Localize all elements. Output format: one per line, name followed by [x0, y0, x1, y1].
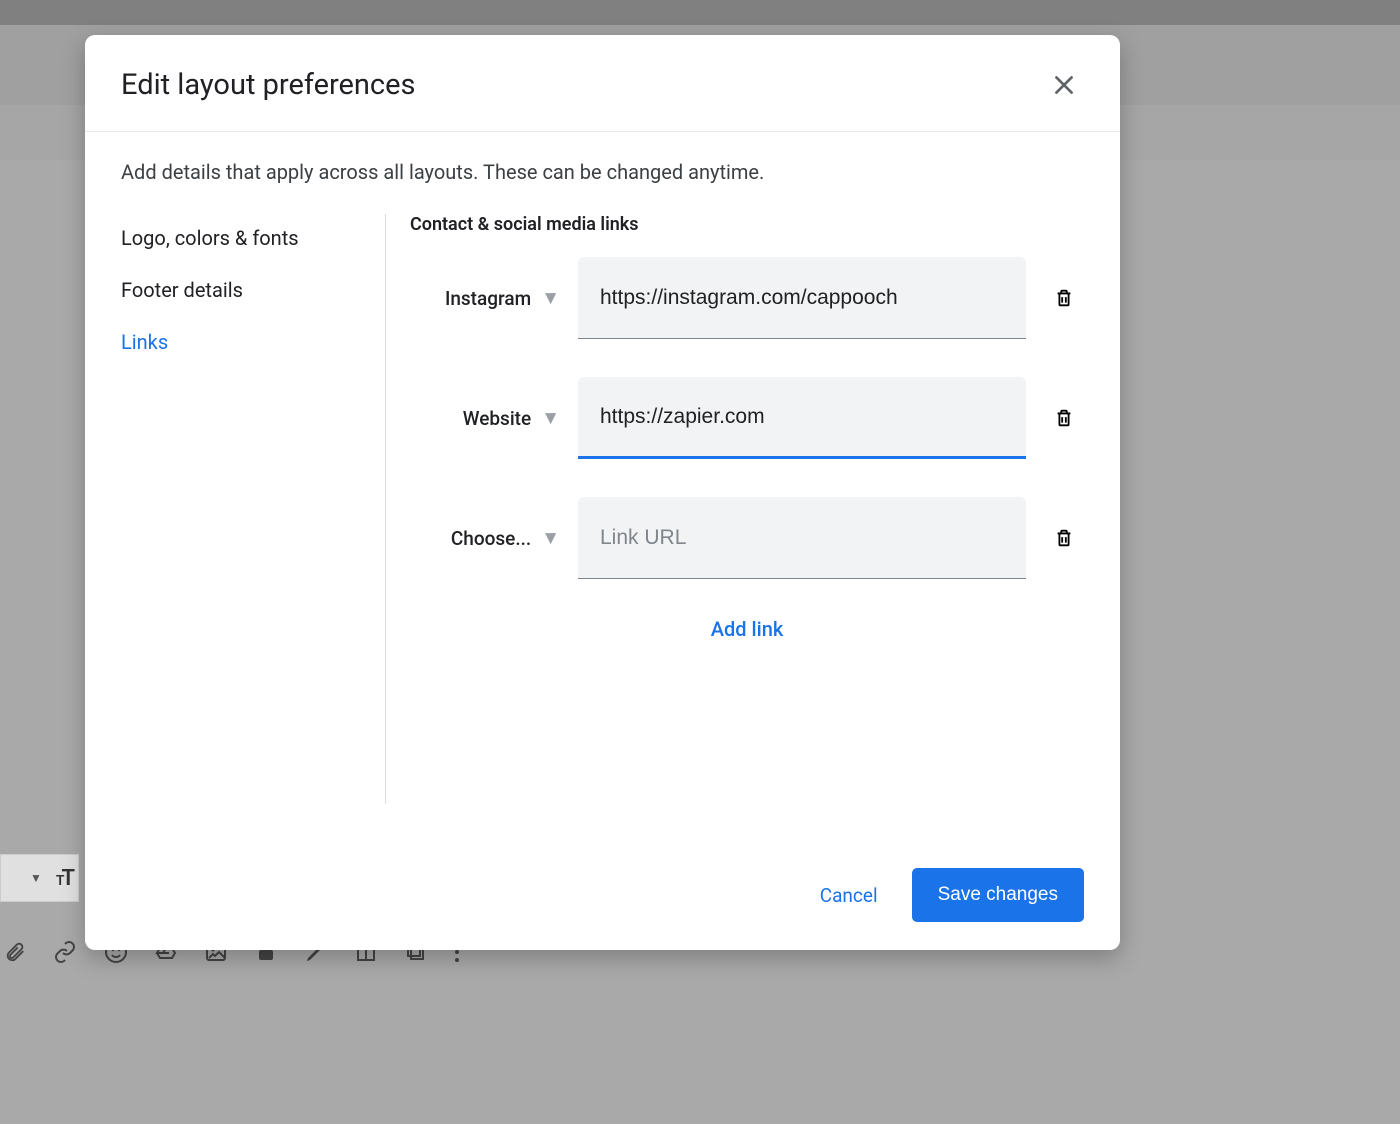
- dialog-header: Edit layout preferences: [85, 35, 1120, 132]
- link-row: Choose... ▼: [410, 497, 1084, 579]
- trash-icon: [1053, 286, 1075, 310]
- link-url-input[interactable]: [578, 497, 1026, 579]
- delete-link-button[interactable]: [1044, 406, 1084, 430]
- nav-item-footer-details[interactable]: Footer details: [121, 266, 385, 318]
- trash-icon: [1053, 526, 1075, 550]
- caret-down-icon: ▼: [541, 286, 560, 310]
- nav-item-links[interactable]: Links: [121, 318, 385, 370]
- link-type-select-choose[interactable]: Choose... ▼: [410, 526, 560, 550]
- link-type-select-website[interactable]: Website ▼: [410, 406, 560, 430]
- link-row: Website ▼: [410, 377, 1084, 459]
- link-row: Instagram ▼: [410, 257, 1084, 339]
- dialog-title: Edit layout preferences: [121, 68, 415, 102]
- delete-link-button[interactable]: [1044, 286, 1084, 310]
- dialog-footer: Cancel Save changes: [85, 868, 1120, 950]
- bg-format-segment: ▼ TT: [0, 854, 79, 902]
- save-changes-button[interactable]: Save changes: [912, 868, 1084, 922]
- add-link-button[interactable]: Add link: [711, 617, 784, 641]
- dialog-nav: Logo, colors & fonts Footer details Link…: [121, 214, 386, 804]
- link-url-input[interactable]: [578, 257, 1026, 339]
- caret-down-icon: ▼: [30, 871, 42, 885]
- link-icon: [52, 940, 78, 964]
- add-link-row: Add link: [410, 617, 1084, 641]
- dialog-body: Add details that apply across all layout…: [85, 132, 1120, 868]
- link-type-label: Website: [463, 407, 531, 430]
- paperclip-icon: [4, 940, 26, 964]
- cancel-button[interactable]: Cancel: [812, 870, 886, 921]
- caret-down-icon: ▼: [541, 406, 560, 430]
- edit-layout-preferences-dialog: Edit layout preferences Add details that…: [85, 35, 1120, 950]
- link-url-input[interactable]: [578, 377, 1026, 459]
- nav-item-logo-colors-fonts[interactable]: Logo, colors & fonts: [121, 214, 385, 266]
- dialog-description: Add details that apply across all layout…: [121, 160, 1084, 184]
- caret-down-icon: ▼: [541, 526, 560, 550]
- trash-icon: [1053, 406, 1075, 430]
- link-type-select-instagram[interactable]: Instagram ▼: [410, 286, 560, 310]
- link-type-label: Instagram: [445, 287, 531, 310]
- delete-link-button[interactable]: [1044, 526, 1084, 550]
- bg-titlebar: [0, 0, 1400, 25]
- close-button[interactable]: [1044, 65, 1084, 105]
- dialog-content: Contact & social media links Instagram ▼: [386, 214, 1084, 804]
- close-icon: [1051, 72, 1077, 98]
- section-title: Contact & social media links: [410, 214, 1084, 235]
- text-size-icon: TT: [56, 866, 72, 891]
- dialog-two-column: Logo, colors & fonts Footer details Link…: [121, 214, 1084, 804]
- link-type-label: Choose...: [451, 527, 531, 550]
